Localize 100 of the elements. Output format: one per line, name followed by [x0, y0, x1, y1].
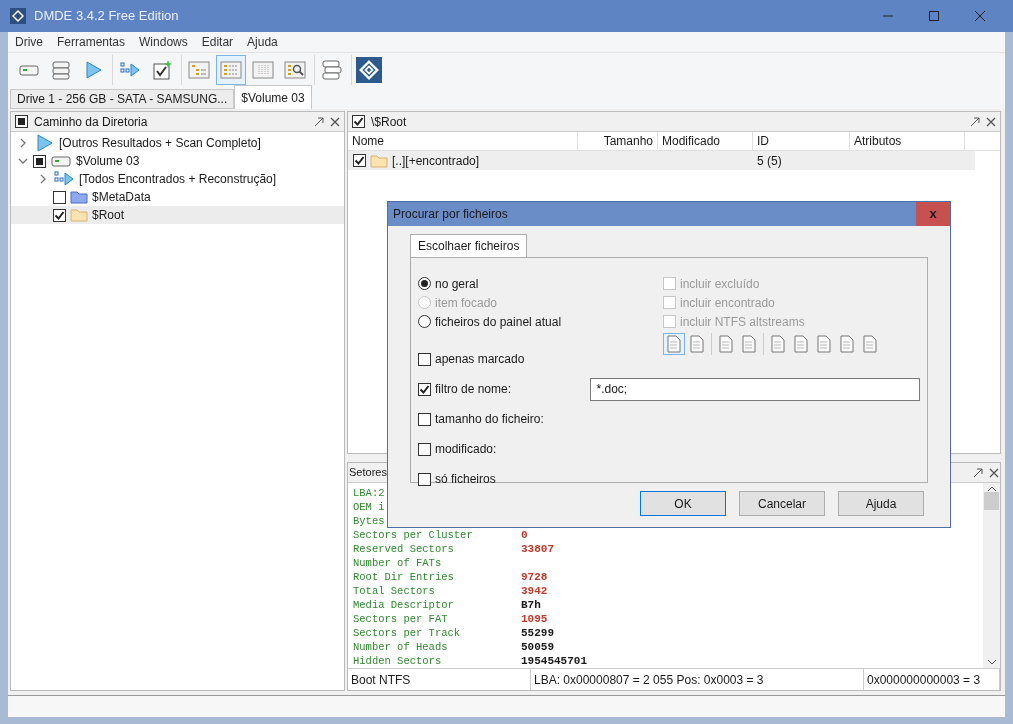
checkbox[interactable] [353, 154, 366, 167]
chevron-right-icon[interactable] [38, 174, 48, 184]
tree-label: $MetaData [92, 189, 151, 206]
field-value: 33807 [521, 542, 554, 556]
scrollbar[interactable] [983, 483, 1000, 668]
checkbox[interactable] [418, 442, 431, 456]
name-filter-field[interactable]: *.doc; [590, 377, 920, 401]
column-header[interactable]: Nome [348, 132, 578, 150]
menu-item[interactable]: Ajuda [247, 33, 278, 51]
column-header[interactable]: Modificado [658, 132, 753, 150]
radio-label: no geral [435, 275, 479, 293]
dialog-button[interactable]: Ajuda [838, 491, 924, 516]
chevron-down-icon[interactable] [18, 156, 28, 166]
checkbox-label: incluir NTFS altstreams [680, 313, 805, 331]
chevron-right-icon[interactable] [18, 138, 28, 148]
field-label: Media Descriptor [353, 598, 455, 612]
checkbox[interactable] [418, 472, 431, 486]
radio-label: ficheiros do painel atual [435, 313, 562, 331]
checkbox[interactable] [418, 382, 431, 396]
panel-title: Setores [349, 465, 387, 481]
document-icon [742, 335, 756, 353]
search-view-icon [284, 59, 306, 81]
tree-view-icon [188, 59, 210, 81]
panel-title: \$Root [371, 113, 407, 131]
column-header[interactable]: Atributos [850, 132, 965, 150]
radio-label: item focado [435, 294, 498, 312]
column-header[interactable]: Tamanho [578, 132, 658, 150]
tab[interactable]: Drive 1 - 256 GB - SATA - SAMSUNG... [10, 89, 235, 109]
menu-item[interactable]: Ferramentas [57, 33, 126, 51]
field-label: Sectors per FAT [353, 612, 449, 626]
menu-item[interactable]: Windows [139, 33, 188, 51]
field-value: 1954545701 [521, 654, 587, 668]
scroll-up-icon[interactable] [986, 485, 997, 493]
checkbox[interactable] [352, 115, 365, 128]
file-name: [..][+encontrado] [392, 152, 480, 170]
close-icon[interactable] [330, 116, 340, 127]
column-header[interactable]: ID [753, 132, 850, 150]
app-logo-icon [10, 8, 26, 24]
checkbox-label: incluir encontrado [680, 294, 775, 312]
field-label: Sectors per Track [353, 626, 462, 640]
maximize-icon [929, 11, 939, 21]
tree-label: [Outros Resultados + Scan Completo] [59, 135, 261, 152]
radio-button[interactable] [418, 315, 431, 328]
tree-item[interactable]: [Todos Encontrados + Reconstrução] [11, 170, 344, 188]
field-value: 50059 [521, 640, 554, 654]
tree-label: [Todos Encontrados + Reconstrução] [79, 171, 277, 188]
status-text: Boot NTFS [348, 669, 531, 690]
panel-title: Caminho da Diretoria [34, 113, 148, 131]
checkbox-label: tamanho do ficheiro: [435, 411, 545, 428]
tab[interactable]: $Volume 03 [234, 85, 312, 109]
close-icon[interactable] [989, 467, 999, 478]
checkbox[interactable] [53, 190, 66, 204]
field-label: Number of Heads [353, 640, 449, 654]
logo-icon [356, 57, 382, 83]
field-label: Sectors per Cluster [353, 528, 474, 542]
tree-item[interactable]: $Volume 03 [11, 152, 344, 170]
dialog-button[interactable]: OK [640, 491, 726, 516]
tree-label: $Volume 03 [76, 153, 140, 170]
undock-icon[interactable] [970, 116, 980, 127]
panels-icon [321, 59, 343, 81]
field-label: Root Dir Entries [353, 570, 455, 584]
document-icon [840, 335, 854, 353]
menu-item[interactable]: Drive [15, 33, 43, 51]
undock-icon[interactable] [314, 116, 324, 127]
toolbar-button[interactable] [354, 55, 384, 85]
checkbox-label: filtro de nome: [435, 381, 513, 398]
field-label: Total Sectors [353, 584, 436, 598]
tab[interactable]: Escolhaer ficheiros [410, 234, 528, 257]
tree-item[interactable]: [Outros Resultados + Scan Completo] [11, 134, 344, 152]
file-row[interactable]: [..][+encontrado] 5 (5) [348, 151, 975, 170]
folder-icon [70, 190, 88, 204]
checklist-icon [151, 59, 173, 81]
checkbox-label: incluir excluído [680, 275, 760, 293]
field-label: Bytes [353, 514, 386, 528]
scroll-down-icon[interactable] [986, 658, 997, 666]
document-icon [794, 335, 808, 353]
tree-label: $Root [92, 207, 125, 224]
file-id: 5 (5) [756, 152, 783, 170]
tree-item[interactable]: $MetaData [11, 188, 344, 206]
field-value: 9728 [521, 570, 548, 584]
field-value: 3942 [521, 584, 548, 598]
scrollbar-thumb[interactable] [984, 491, 999, 510]
menu-item[interactable]: Editar [201, 33, 234, 51]
field-value: 55299 [521, 626, 554, 640]
checkbox-label: apenas marcado [435, 351, 526, 368]
undock-icon[interactable] [973, 467, 983, 478]
field-value: B7h [521, 598, 541, 612]
dialog-button[interactable]: Cancelar [739, 491, 825, 516]
checkbox[interactable] [418, 352, 431, 366]
dialog-close-button[interactable]: x [916, 202, 950, 226]
status-text: 0x000000000003 = 3 [864, 669, 1000, 690]
list-view-icon [220, 59, 242, 81]
radio-button[interactable] [418, 277, 431, 290]
checkbox[interactable] [418, 412, 431, 426]
field-label: Hidden Sectors [353, 654, 443, 668]
document-icon [771, 335, 785, 353]
checkbox[interactable] [53, 208, 66, 222]
tree-item[interactable]: $Root [11, 206, 344, 224]
close-icon [975, 11, 985, 21]
close-icon[interactable] [986, 116, 996, 127]
